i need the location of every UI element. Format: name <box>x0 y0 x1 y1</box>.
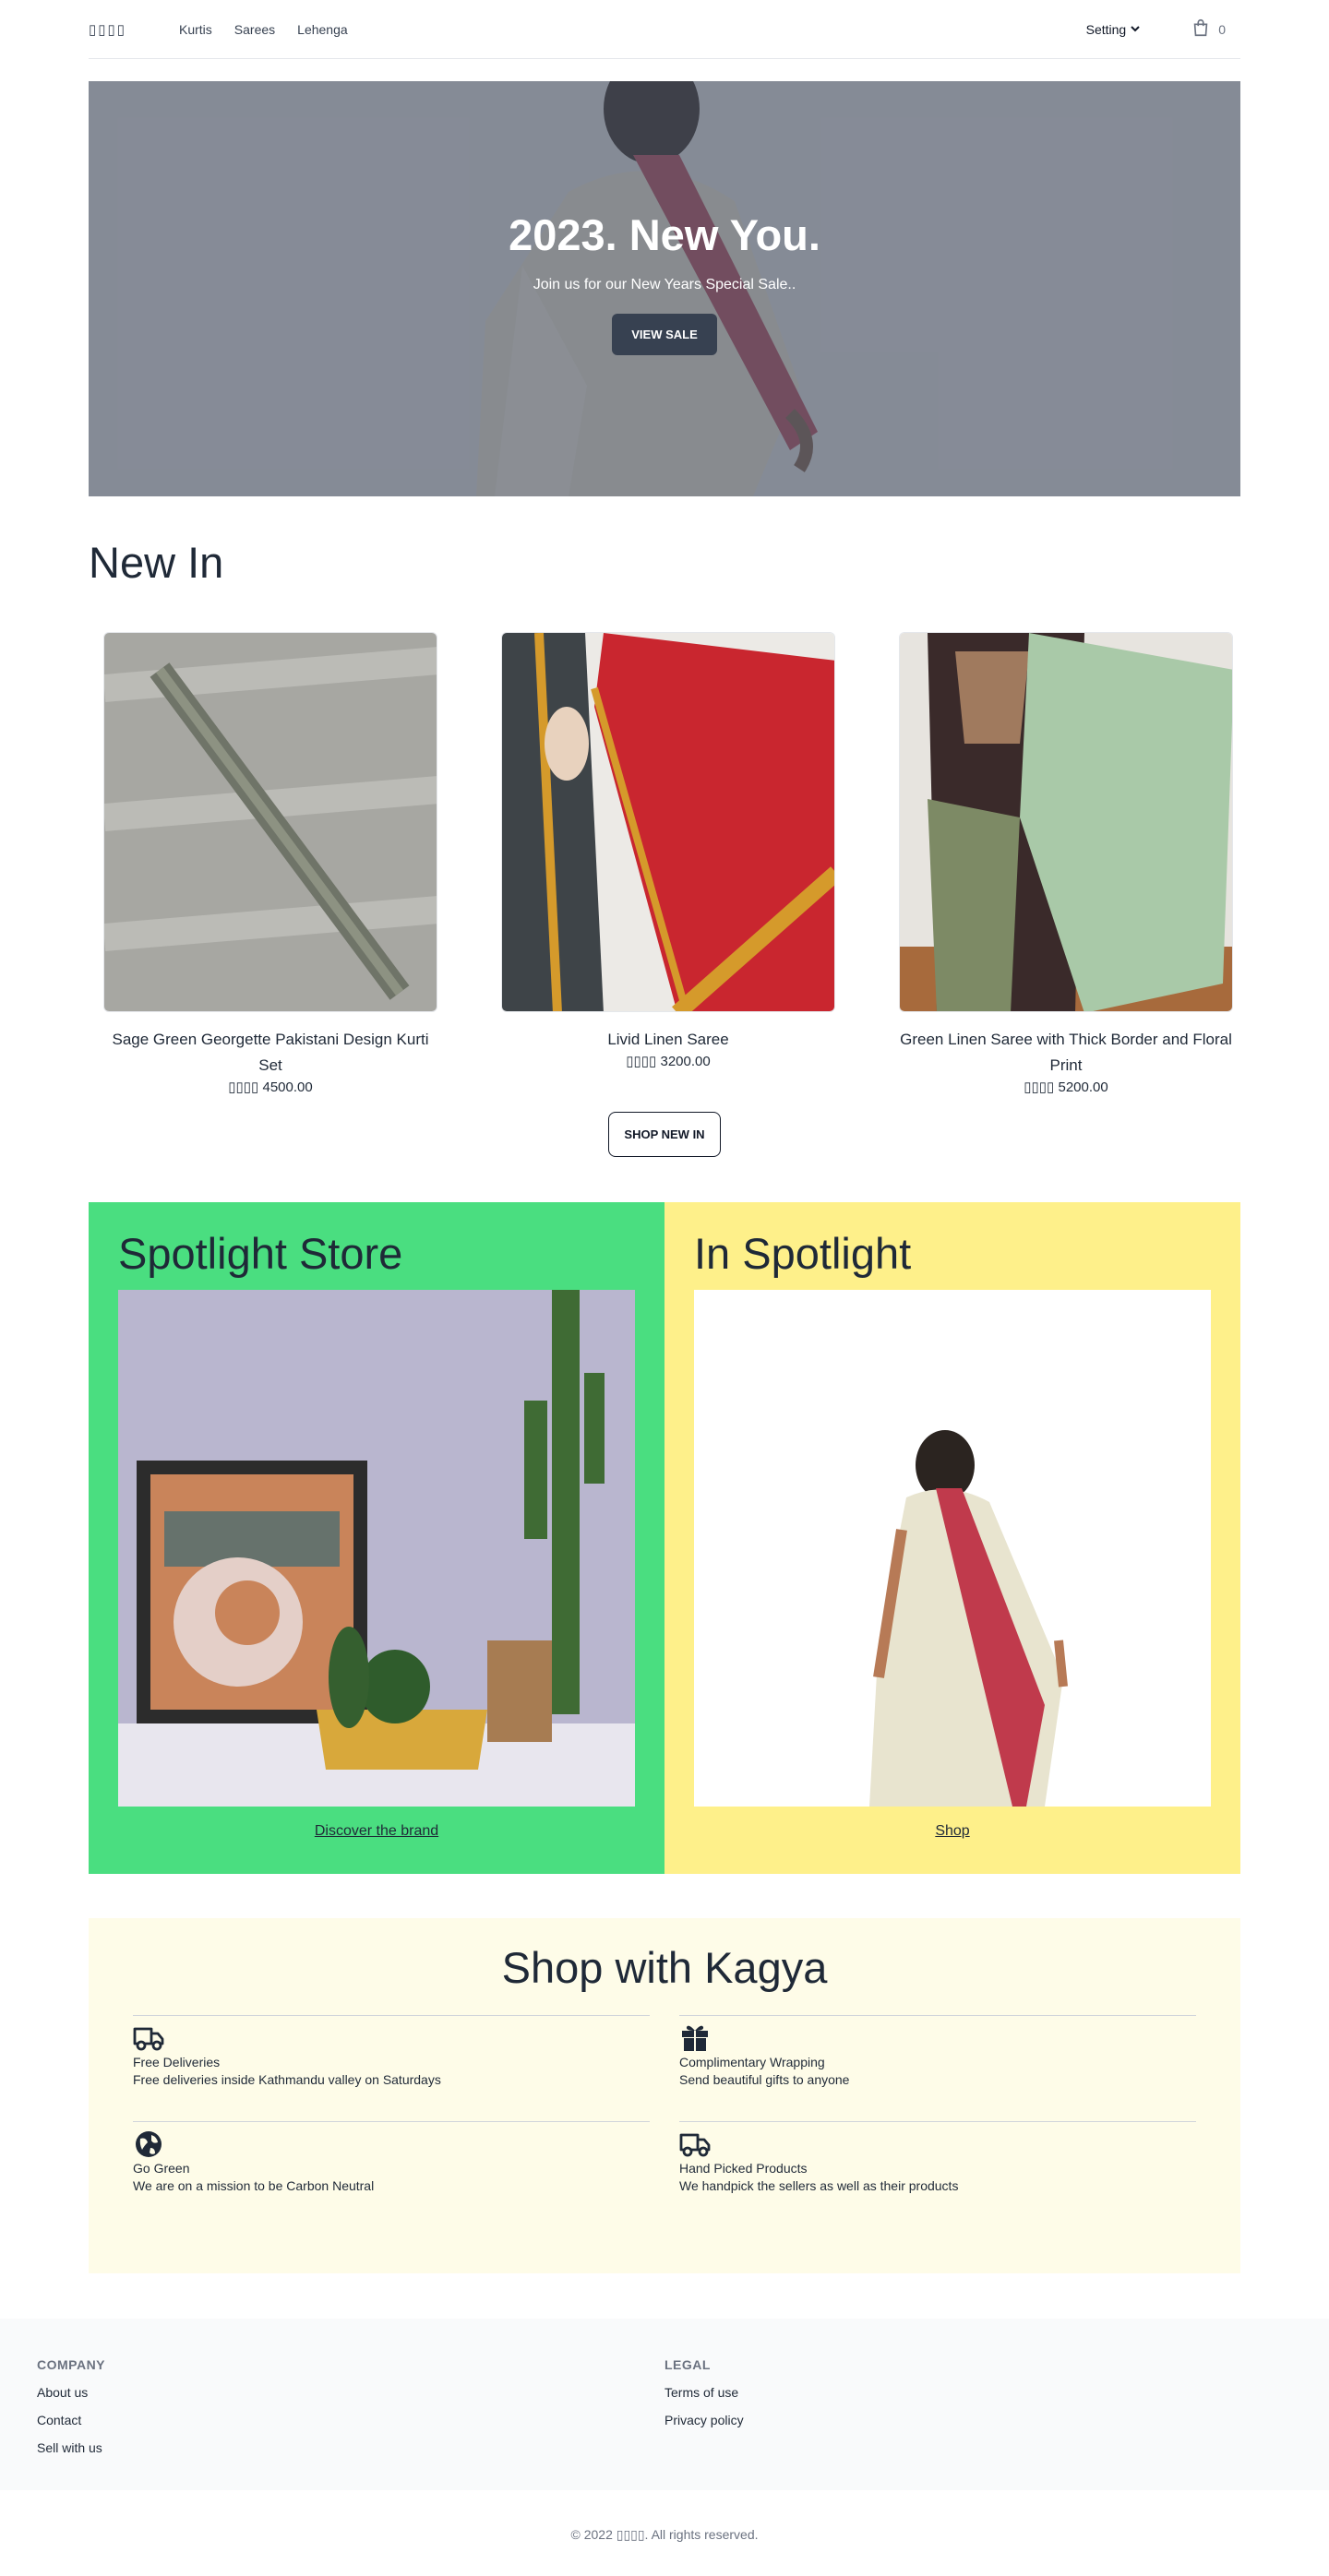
in-spotlight-title: In Spotlight <box>694 1229 912 1278</box>
product-grid: Sage Green Georgette Pakistani Design Ku… <box>89 632 1240 1095</box>
feature-name: Free Deliveries <box>133 2055 221 2069</box>
product-card[interactable]: Livid Linen Saree ▯▯▯▯ 3200.00 <box>501 632 835 1095</box>
gift-icon <box>679 2021 712 2053</box>
hero-content: 2023. New You. Join us for our New Years… <box>89 81 1240 496</box>
feature-desc: Free deliveries inside Kathmandu valley … <box>133 2072 441 2087</box>
footer-heading-company: COMPANY <box>37 2357 106 2372</box>
feature-item: Free Deliveries Free deliveries inside K… <box>133 2015 650 2121</box>
new-in-title: New In <box>89 538 224 587</box>
chevron-down-icon <box>1130 22 1141 37</box>
shop-with-title: Shop with Kagya <box>501 1943 828 1992</box>
product-price: ▯▯▯▯ 5200.00 <box>1024 1079 1108 1095</box>
product-card[interactable]: Green Linen Saree with Thick Border and … <box>899 632 1233 1095</box>
product-price: ▯▯▯▯ 3200.00 <box>626 1054 711 1069</box>
spotlight-store-image[interactable] <box>118 1290 635 1807</box>
features-grid: Free Deliveries Free deliveries inside K… <box>133 2015 1196 2227</box>
product-image[interactable] <box>103 632 437 1012</box>
hero-banner: 2023. New You. Join us for our New Years… <box>89 81 1240 496</box>
footer-link-about[interactable]: About us <box>37 2385 664 2400</box>
product-name[interactable]: Green Linen Saree with Thick Border and … <box>899 1027 1233 1079</box>
product-name[interactable]: Sage Green Georgette Pakistani Design Ku… <box>103 1027 437 1079</box>
view-sale-button[interactable]: VIEW SALE <box>612 314 717 355</box>
footer-link-terms[interactable]: Terms of use <box>664 2385 1292 2400</box>
nav-link-sarees[interactable]: Sarees <box>234 22 275 37</box>
nav-link-kurtis[interactable]: Kurtis <box>179 22 212 37</box>
spotlight-section: Spotlight Store Discover the brand In Sp… <box>89 1202 1240 1874</box>
setting-dropdown[interactable]: Setting <box>1086 22 1142 37</box>
top-nav: ▯▯▯▯ Kurtis Sarees Lehenga Setting 0 <box>89 0 1240 59</box>
nav-link-lehenga[interactable]: Lehenga <box>297 22 348 37</box>
shop-new-wrap: SHOP NEW IN <box>89 1112 1240 1157</box>
hero-title: 2023. New You. <box>509 210 820 259</box>
hero-subtitle: Join us for our New Years Special Sale.. <box>533 277 796 292</box>
product-image[interactable] <box>501 632 835 1012</box>
in-spotlight-image[interactable] <box>694 1290 1211 1807</box>
product-name[interactable]: Livid Linen Saree <box>501 1027 835 1053</box>
product-image[interactable] <box>899 632 1233 1012</box>
setting-label: Setting <box>1085 21 1127 37</box>
shop-with-section: Shop with Kagya Free Deliveries Free del… <box>89 1918 1240 2273</box>
globe-icon <box>133 2128 166 2159</box>
feature-item: Hand Picked Products We handpick the sel… <box>679 2121 1196 2227</box>
feature-desc: We are on a mission to be Carbon Neutral <box>133 2178 375 2193</box>
feature-name: Go Green <box>133 2161 190 2176</box>
footer: COMPANY About us Contact Sell with us LE… <box>0 2319 1329 2490</box>
cart-count: 0 <box>1218 21 1226 37</box>
logo[interactable]: ▯▯▯▯ <box>89 21 179 38</box>
footer-legal: LEGAL Terms of use Privacy policy <box>664 2357 1292 2455</box>
footer-link-contact[interactable]: Contact <box>37 2413 664 2427</box>
product-price: ▯▯▯▯ 4500.00 <box>228 1079 313 1095</box>
truck-icon <box>679 2128 712 2159</box>
nav-right: Setting 0 <box>1086 18 1240 41</box>
truck-icon <box>133 2021 166 2053</box>
cart-button[interactable]: 0 <box>1191 18 1226 41</box>
in-spotlight-panel: In Spotlight Shop <box>664 1202 1240 1874</box>
feature-name: Hand Picked Products <box>679 2161 808 2176</box>
feature-desc: Send beautiful gifts to anyone <box>679 2072 850 2087</box>
shop-new-in-button[interactable]: SHOP NEW IN <box>608 1112 721 1157</box>
product-card[interactable]: Sage Green Georgette Pakistani Design Ku… <box>103 632 437 1095</box>
spotlight-store-panel: Spotlight Store Discover the brand <box>89 1202 664 1874</box>
shopping-bag-icon <box>1191 18 1211 41</box>
shop-link[interactable]: Shop <box>694 1823 1211 1840</box>
feature-item: Complimentary Wrapping Send beautiful gi… <box>679 2015 1196 2121</box>
feature-desc: We handpick the sellers as well as their… <box>679 2178 959 2193</box>
discover-brand-link[interactable]: Discover the brand <box>118 1823 635 1840</box>
footer-link-privacy[interactable]: Privacy policy <box>664 2413 1292 2427</box>
footer-company: COMPANY About us Contact Sell with us <box>37 2357 664 2455</box>
spotlight-store-title: Spotlight Store <box>118 1229 403 1278</box>
nav-links: Kurtis Sarees Lehenga <box>179 22 348 37</box>
footer-heading-legal: LEGAL <box>664 2357 711 2372</box>
footer-link-sell[interactable]: Sell with us <box>37 2440 664 2455</box>
copyright: © 2022 ▯▯▯▯. All rights reserved. <box>570 2527 759 2542</box>
feature-item: Go Green We are on a mission to be Carbo… <box>133 2121 650 2227</box>
feature-name: Complimentary Wrapping <box>679 2055 825 2069</box>
